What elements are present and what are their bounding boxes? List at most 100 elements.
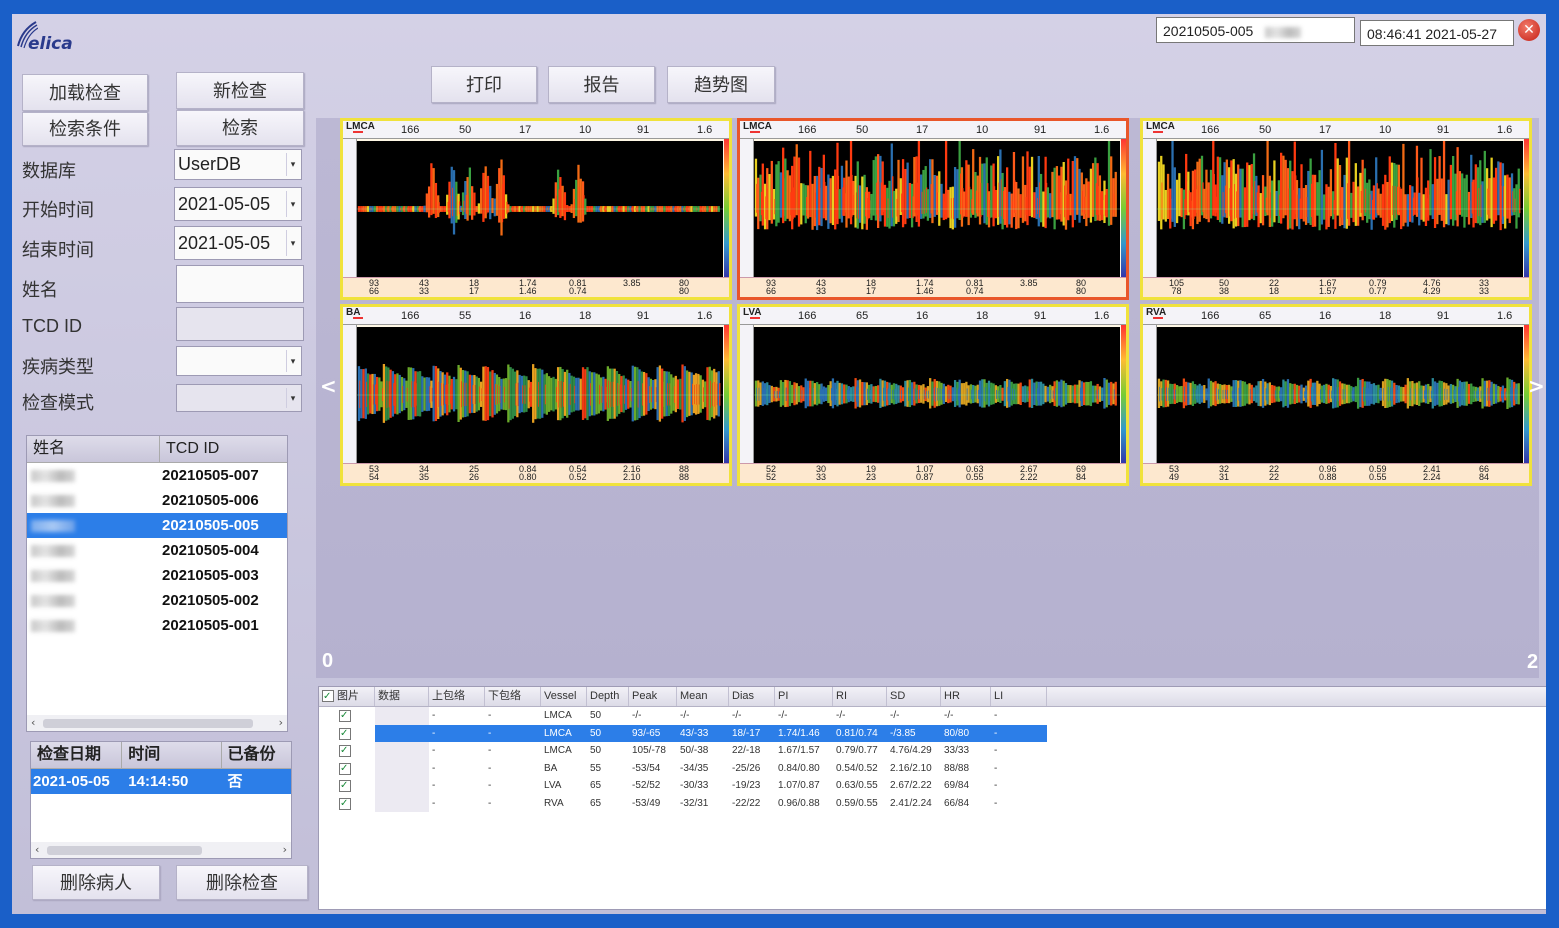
column-header[interactable]: Depth <box>587 687 629 706</box>
prev-page-arrow-icon[interactable]: < <box>320 374 337 398</box>
footer-value-pair: 32 31 <box>1219 465 1229 482</box>
new-exam-button[interactable]: 新检查 <box>176 72 304 109</box>
exam-list-scrollbar[interactable]: ‹ › <box>31 842 291 858</box>
column-header-exam-date[interactable]: 检查日期 <box>31 742 123 768</box>
table-row[interactable]: - - BA 55 -53/54 -34/35 -25/26 0.84/0.80 0.54/0.… <box>319 759 1546 777</box>
table-row[interactable]: - - LMCA 50 105/-78 50/-38 22/-18 1.67/1.57 0.79… <box>319 742 1546 760</box>
scroll-thumb[interactable] <box>47 846 202 855</box>
cell-sd: 4.76/4.29 <box>890 745 932 756</box>
name-input[interactable] <box>176 265 304 303</box>
end-date-picker[interactable]: 2021-05-05 ▾ <box>174 226 302 260</box>
cell-dias: 18/-17 <box>729 724 775 742</box>
redaction-blur <box>31 495 75 507</box>
patient-row[interactable]: 20210505-007 <box>27 463 287 488</box>
column-header-tcd-id[interactable]: TCD ID <box>160 436 287 462</box>
search-criteria-button[interactable]: 检索条件 <box>22 112 148 146</box>
row-checkbox[interactable] <box>339 725 351 742</box>
scroll-right-icon[interactable]: › <box>279 716 283 729</box>
patient-list-scrollbar[interactable]: ‹ › <box>27 715 287 731</box>
patient-name-redacted <box>1265 26 1302 38</box>
scroll-left-icon[interactable]: ‹ <box>35 843 39 856</box>
spectrum-panel-lmca[interactable]: LMCA 166 50 17 10 91 1.6 93 66 43 33 18 17 1.74 1.46 0.… <box>737 118 1129 300</box>
tcd-id-input[interactable] <box>176 307 304 341</box>
footer-value-pair: 105 78 <box>1169 279 1184 296</box>
column-header-label: 数据 <box>378 690 400 702</box>
column-header[interactable]: Peak <box>629 687 677 706</box>
report-button[interactable]: 报告 <box>548 66 655 103</box>
table-row[interactable]: - - LMCA 50 -/- -/- -/- -/- -/- -/- -/- - <box>319 707 1546 725</box>
patient-row[interactable]: 20210505-005 <box>27 513 287 538</box>
load-exam-button[interactable]: 加载检查 <box>22 74 148 111</box>
table-row[interactable]: - - RVA 65 -53/49 -32/31 -22/22 0.96/0.88 0.59/0… <box>319 794 1546 812</box>
column-header[interactable]: Vessel <box>541 687 587 706</box>
cell-hr: 33/33 <box>944 745 970 756</box>
header-value: 17 <box>916 124 929 136</box>
row-checkbox[interactable] <box>339 760 351 777</box>
column-header[interactable]: Mean <box>677 687 729 706</box>
column-header[interactable]: RI <box>833 687 887 706</box>
spectrum-panel-ba[interactable]: BA 166 55 16 18 91 1.6 53 54 34 35 25 26 0.84 0.80 0.54… <box>340 304 732 486</box>
cell-ri: 0.79/0.77 <box>836 745 878 756</box>
cell-env_d: - <box>488 797 492 809</box>
cell-pi: 0.96/0.88 <box>778 797 820 809</box>
exam-mode-select[interactable]: ▾ <box>176 384 302 412</box>
column-header-backup[interactable]: 已备份 <box>222 742 291 768</box>
column-header[interactable]: 上包络 <box>429 687 485 706</box>
header-value: 10 <box>1379 124 1392 136</box>
footer-value-pair: 18 17 <box>866 279 876 296</box>
column-header-time[interactable]: 时间 <box>122 742 222 768</box>
patient-row[interactable]: 20210505-001 <box>27 613 287 638</box>
column-header[interactable]: Dias <box>729 687 775 706</box>
footer-value: 49 <box>1169 472 1180 482</box>
column-header-name[interactable]: 姓名 <box>27 436 160 462</box>
trend-chart-button[interactable]: 趋势图 <box>667 66 775 103</box>
row-checkbox[interactable] <box>339 795 351 812</box>
spectrum-panel-lmca[interactable]: LMCA 166 50 17 10 91 1.6 105 78 50 38 22 18 1.67 1.57 0… <box>1140 118 1532 300</box>
chevron-down-icon: ▾ <box>286 191 299 217</box>
exam-row[interactable]: 2021-05-05 14:14:50 否 <box>31 769 291 794</box>
table-row[interactable]: --LMCA5093/-6543/-3318/-171.74/1.460.81/… <box>319 724 1546 742</box>
column-header-label: Depth <box>590 690 620 702</box>
column-header[interactable]: 下包络 <box>485 687 541 706</box>
disease-type-select[interactable]: ▾ <box>176 346 302 376</box>
footer-value: 2.10 <box>623 472 641 482</box>
print-button[interactable]: 打印 <box>431 66 537 103</box>
next-page-arrow-icon[interactable]: > <box>1528 374 1545 398</box>
patient-name-redacted <box>27 488 160 513</box>
patient-row[interactable]: 20210505-003 <box>27 563 287 588</box>
patient-row[interactable]: 20210505-006 <box>27 488 287 513</box>
column-header[interactable]: 图片 <box>319 687 375 706</box>
spectrum-panel-rva[interactable]: RVA 166 65 16 18 91 1.6 53 49 32 31 22 22 0.96 0.88 0.5… <box>1140 304 1532 486</box>
cell-pi: -/- <box>778 710 788 721</box>
column-header[interactable]: LI <box>991 687 1047 706</box>
column-header[interactable]: SD <box>887 687 941 706</box>
scroll-left-icon[interactable]: ‹ <box>31 716 35 729</box>
row-checkbox[interactable] <box>339 777 351 794</box>
delete-exam-button[interactable]: 删除检查 <box>176 865 308 900</box>
start-date-picker[interactable]: 2021-05-05 ▾ <box>174 187 302 221</box>
delete-patient-button[interactable]: 删除病人 <box>32 865 160 900</box>
header-value: 16 <box>519 310 532 322</box>
patient-row[interactable]: 20210505-002 <box>27 588 287 613</box>
database-select[interactable]: UserDB ▾ <box>174 149 302 180</box>
spectrum-panel-lva[interactable]: LVA 166 65 16 18 91 1.6 52 52 30 33 19 23 1.07 0.87 0.6… <box>737 304 1129 486</box>
column-header[interactable]: HR <box>941 687 991 706</box>
column-header[interactable]: PI <box>775 687 833 706</box>
scroll-right-icon[interactable]: › <box>283 843 287 856</box>
table-row[interactable]: - - LVA 65 -52/52 -30/33 -19/23 1.07/0.87 0.63/0… <box>319 777 1546 795</box>
cell-env_u: - <box>429 724 485 742</box>
cell-li: - <box>994 797 998 809</box>
footer-value-pair: 52 52 <box>766 465 776 482</box>
panel-header: RVA 166 65 16 18 91 1.6 <box>1143 307 1529 325</box>
search-button[interactable]: 检索 <box>176 110 304 146</box>
close-button[interactable]: ✕ <box>1518 19 1540 41</box>
row-checkbox[interactable] <box>339 707 351 724</box>
select-all-checkbox[interactable] <box>322 687 334 706</box>
clock-text: 08:46:41 2021-05-27 <box>1367 26 1497 42</box>
patient-tcd-id: 20210505-006 <box>161 492 259 509</box>
row-checkbox[interactable] <box>339 742 351 759</box>
patient-row[interactable]: 20210505-004 <box>27 538 287 563</box>
spectrum-panel-lmca[interactable]: LMCA 166 50 17 10 91 1.6 93 66 43 33 18 17 1.74 1.46 0.… <box>340 118 732 300</box>
scroll-thumb[interactable] <box>43 719 253 728</box>
column-header[interactable]: 数据 <box>375 687 429 706</box>
